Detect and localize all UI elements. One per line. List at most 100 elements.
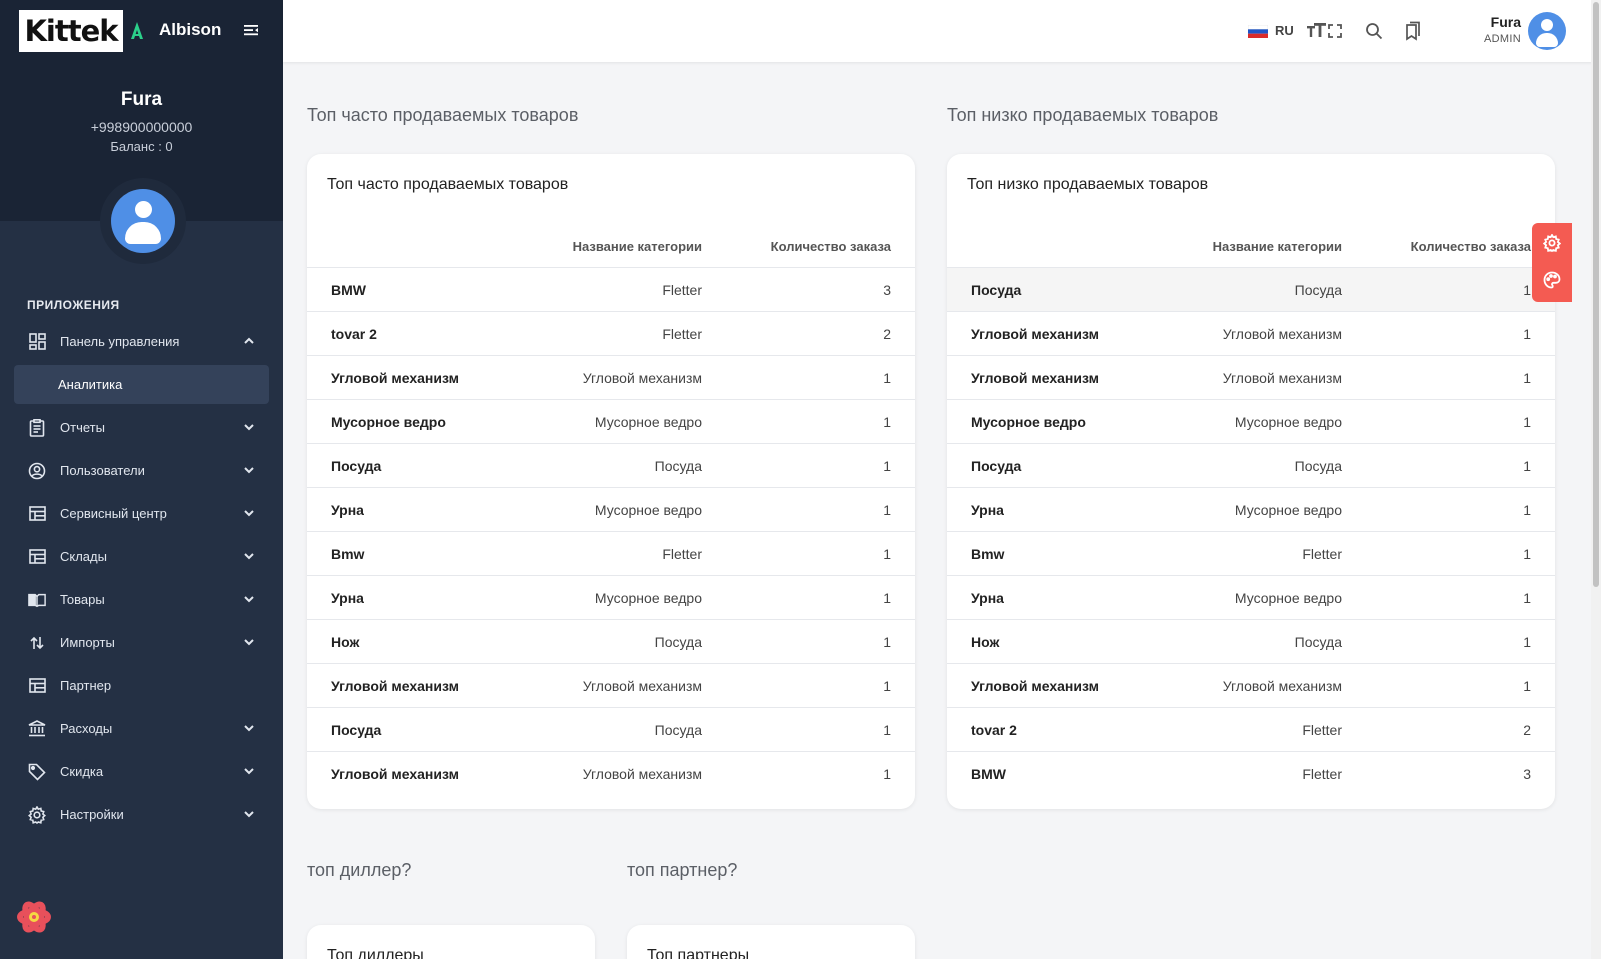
table-row: BMW Fletter 3	[307, 268, 915, 312]
product-name: Угловой механизм	[331, 766, 459, 782]
table-row: Bmw Fletter 1	[947, 532, 1555, 576]
section-title-top-selling: Топ часто продаваемых товаров	[307, 105, 579, 125]
product-name: Посуда	[971, 458, 1022, 474]
order-quantity: 2	[883, 326, 891, 342]
category-name: Мусорное ведро	[1234, 414, 1342, 430]
bank-icon	[28, 720, 46, 738]
page-scrollbar[interactable]	[1591, 0, 1601, 959]
brand-logo[interactable]: Kittek	[19, 10, 145, 52]
sidebar-item-settings[interactable]: Настройки	[0, 793, 283, 836]
palette-icon[interactable]	[1543, 271, 1561, 289]
order-quantity: 1	[883, 590, 891, 606]
product-name: Угловой механизм	[331, 370, 459, 386]
sidebar-item-label: Расходы	[60, 721, 113, 736]
header-user-role: ADMIN	[1484, 33, 1521, 45]
sidebar-item-label: Импорты	[60, 635, 115, 650]
header-user-info[interactable]: Fura ADMIN	[1453, 14, 1521, 45]
product-name: Мусорное ведро	[971, 414, 1086, 430]
category-name: Посуда	[1294, 282, 1342, 298]
product-name: Угловой механизм	[331, 678, 459, 694]
chevron-down-icon	[244, 725, 254, 732]
warehouse-icon	[28, 548, 46, 566]
gear-icon	[28, 805, 46, 824]
logo-text: Kittek	[24, 14, 118, 48]
sidebar-item-products[interactable]: Товары	[0, 578, 283, 621]
table-header: Название категории Количество заказа	[947, 222, 1555, 268]
order-quantity: 1	[1523, 634, 1531, 650]
header-user-name: Fura	[1490, 14, 1521, 30]
section-title-low-selling: Топ низко продаваемых товаров	[947, 105, 1219, 125]
table-row: Урна Мусорное ведро 1	[307, 488, 915, 532]
product-name: Урна	[971, 502, 1004, 518]
product-name: Нож	[971, 634, 1000, 650]
react-devtools-icon[interactable]	[16, 899, 52, 935]
product-name: Bmw	[331, 546, 365, 562]
profile-avatar[interactable]	[100, 178, 186, 264]
sidebar-item-service-center[interactable]: Сервисный центр	[0, 492, 283, 535]
sidebar-item-analytics[interactable]: Аналитика	[14, 365, 269, 404]
chevron-down-icon	[244, 639, 254, 646]
sidebar-item-reports[interactable]: Отчеты	[0, 406, 283, 449]
chevron-up-icon	[244, 337, 254, 344]
category-name: Мусорное ведро	[594, 502, 702, 518]
table-row: Посуда Посуда 1	[307, 708, 915, 752]
table-row: Угловой механизм Угловой механизм 1	[307, 752, 915, 796]
category-name: Fletter	[1302, 546, 1342, 562]
fullscreen-icon[interactable]	[1324, 20, 1346, 42]
table-row: BMW Fletter 3	[947, 752, 1555, 796]
search-icon[interactable]	[1363, 20, 1385, 42]
order-quantity: 1	[883, 458, 891, 474]
chevron-down-icon	[244, 553, 254, 560]
brand-name: Albison	[159, 20, 222, 39]
sidebar-item-discount[interactable]: Скидка	[0, 750, 283, 793]
service-icon	[28, 505, 46, 523]
language-selector[interactable]: RU	[1275, 23, 1294, 38]
bookmark-icon[interactable]	[1402, 20, 1424, 42]
sidebar-item-label: Товары	[60, 592, 105, 607]
product-name: Мусорное ведро	[331, 414, 446, 430]
table-row: Урна Мусорное ведро 1	[947, 576, 1555, 620]
section-title-partners: топ партнер?	[627, 860, 738, 880]
category-name: Угловой механизм	[1222, 678, 1342, 694]
table-row: Угловой механизм Угловой механизм 1	[307, 664, 915, 708]
category-name: Fletter	[662, 282, 702, 298]
sidebar-item-users[interactable]: Пользователи	[0, 449, 283, 492]
russia-flag-icon[interactable]	[1248, 25, 1268, 38]
sidebar-item-partner[interactable]: Партнер	[0, 664, 283, 707]
menu-collapse-icon[interactable]	[243, 22, 259, 38]
column-header-category: Название категории	[572, 239, 702, 254]
profile-balance: Баланс : 0	[110, 139, 173, 154]
sidebar-item-imports[interactable]: Импорты	[0, 621, 283, 664]
header-avatar[interactable]	[1528, 12, 1566, 50]
order-quantity: 1	[1523, 546, 1531, 562]
category-name: Мусорное ведро	[594, 590, 702, 606]
import-icon	[28, 634, 46, 652]
product-name: Угловой механизм	[971, 326, 1099, 342]
order-quantity: 1	[883, 370, 891, 386]
product-name: Урна	[331, 502, 364, 518]
order-quantity: 1	[883, 722, 891, 738]
product-name: Нож	[331, 634, 360, 650]
sidebar-item-dashboard[interactable]: Панель управления	[0, 320, 283, 363]
scrollbar-thumb[interactable]	[1593, 2, 1599, 587]
order-quantity: 1	[883, 414, 891, 430]
product-name: Посуда	[971, 282, 1022, 298]
table-row: Посуда Посуда 1	[947, 268, 1555, 312]
category-name: Угловой механизм	[582, 678, 702, 694]
sidebar-item-warehouses[interactable]: Склады	[0, 535, 283, 578]
column-header-quantity: Количество заказа	[1410, 239, 1531, 254]
order-quantity: 3	[1523, 766, 1531, 782]
category-name: Посуда	[654, 634, 702, 650]
product-name: Посуда	[331, 722, 382, 738]
category-name: Fletter	[1302, 766, 1342, 782]
sidebar-item-expenses[interactable]: Расходы	[0, 707, 283, 750]
sidebar-section-label: ПРИЛОЖЕНИЯ	[27, 298, 120, 312]
sidebar-item-label: Партнер	[60, 678, 112, 693]
table-row: Угловой механизм Угловой механизм 1	[307, 356, 915, 400]
avatar-user-icon	[111, 189, 175, 253]
table-row: Угловой механизм Угловой механизм 1	[947, 664, 1555, 708]
table-row: tovar 2 Fletter 2	[947, 708, 1555, 752]
users-icon	[28, 462, 46, 480]
product-name: Bmw	[971, 546, 1005, 562]
settings-gear-icon[interactable]	[1543, 234, 1561, 252]
